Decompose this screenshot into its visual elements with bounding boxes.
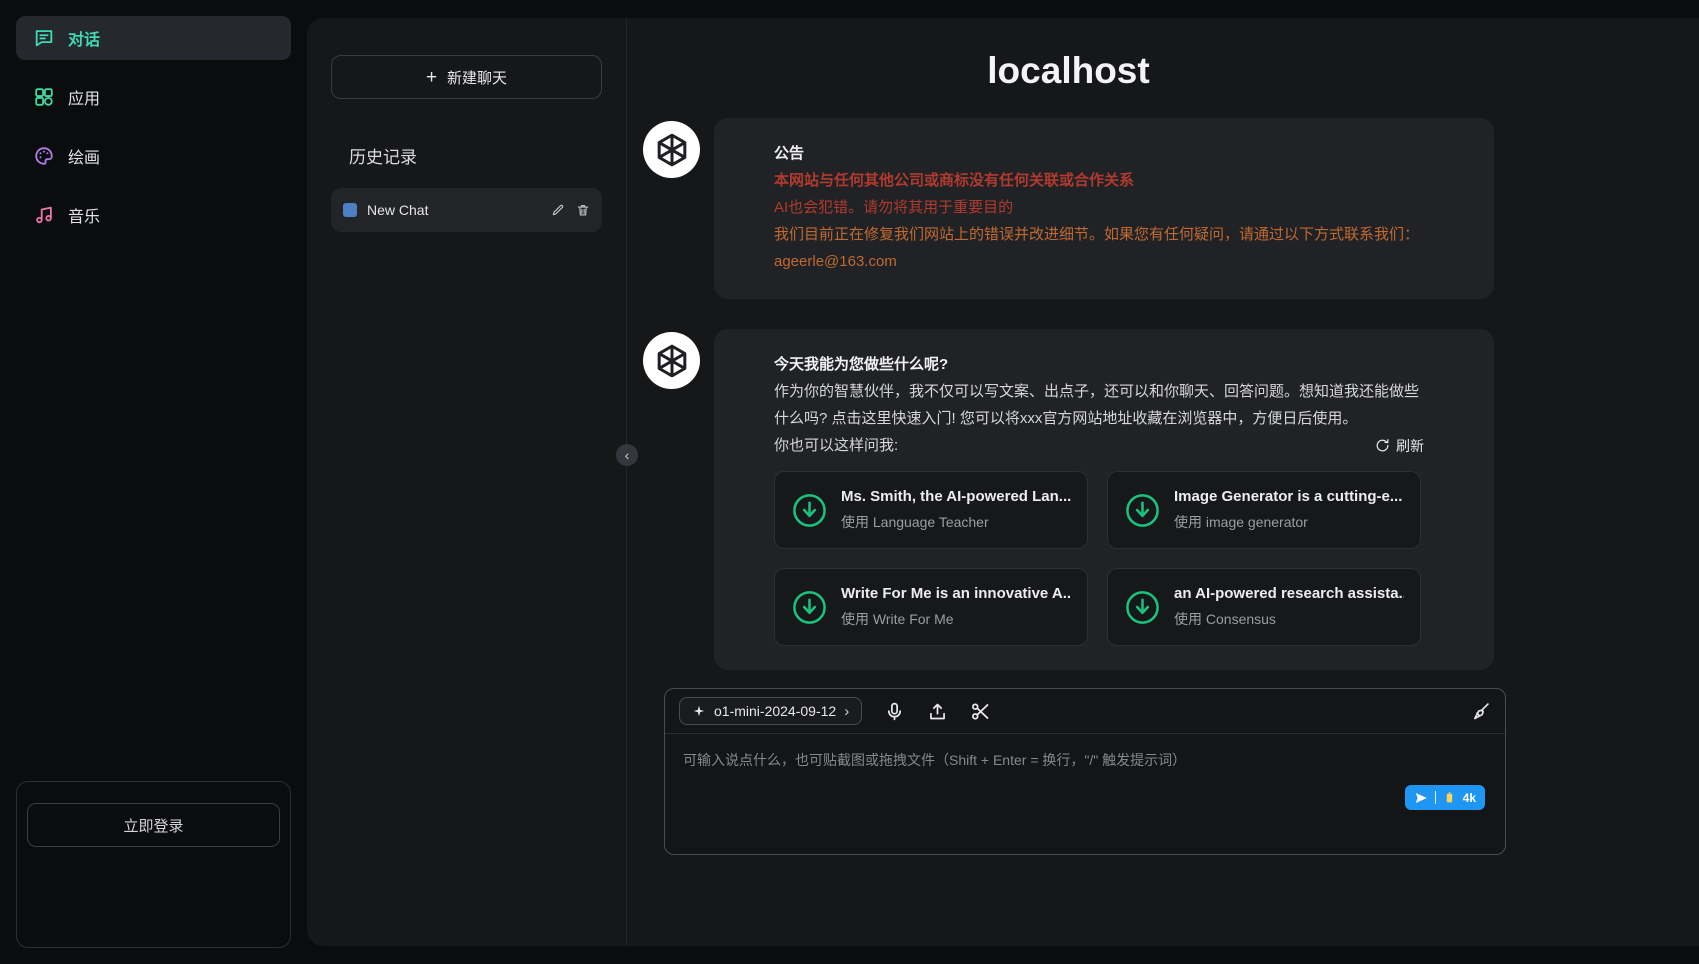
suggestion-title: an AI-powered research assista...	[1174, 585, 1404, 602]
sidebar-item-drawing[interactable]: 绘画	[16, 134, 291, 178]
message-bubble: 公告 本网站与任何其他公司或商标没有任何关联或合作关系 AI也会犯错。请勿将其用…	[714, 118, 1494, 299]
refresh-button[interactable]: 刷新	[1375, 436, 1424, 456]
sidebar-spacer	[16, 237, 291, 781]
suggestion-card[interactable]: Write For Me is an innovative A... 使用 Wr…	[774, 568, 1088, 646]
suggestion-card[interactable]: Image Generator is a cutting-e... 使用 ima…	[1107, 471, 1421, 549]
suggestion-text: Ms. Smith, the AI-powered Lan... 使用 Lang…	[841, 488, 1071, 532]
suggestion-title: Ms. Smith, the AI-powered Lan...	[841, 488, 1071, 505]
chat-list-item[interactable]: New Chat	[331, 188, 602, 232]
suggestion-subtitle: 使用 image generator	[1174, 512, 1402, 532]
sidebar-item-label: 应用	[68, 85, 100, 109]
new-chat-button[interactable]: + 新建聊天	[331, 55, 602, 99]
announcement-title: 公告	[774, 140, 1424, 167]
chevron-right-icon: ›	[844, 704, 849, 719]
chat-color-swatch	[343, 203, 357, 217]
suggestion-title: Image Generator is a cutting-e...	[1174, 488, 1402, 505]
edit-icon[interactable]	[551, 203, 565, 217]
refresh-icon	[1375, 438, 1390, 453]
refresh-label: 刷新	[1396, 436, 1424, 456]
token-battery-icon	[1443, 791, 1456, 804]
assistant-avatar	[643, 121, 700, 178]
app-root: 对话 应用 绘画 音乐 立即登录	[0, 0, 1699, 964]
upload-icon	[927, 701, 948, 722]
chat-area: ‹ localhost 公告 本网站与任何其他公司或商标没有任何关联或合作关系 …	[627, 18, 1699, 946]
microphone-icon	[884, 701, 905, 722]
upload-button[interactable]	[927, 701, 948, 722]
microphone-button[interactable]	[884, 701, 905, 722]
download-circle-icon	[791, 589, 828, 626]
model-label: o1-mini-2024-09-12	[714, 703, 836, 719]
palette-icon	[33, 145, 55, 167]
send-plane-icon	[1414, 791, 1428, 805]
assistant-avatar	[643, 332, 700, 389]
composer: o1-mini-2024-09-12 ›	[664, 688, 1506, 855]
scissors-icon	[970, 701, 991, 722]
ask-line: 你也可以这样问我:	[774, 432, 898, 459]
apps-grid-icon	[33, 86, 55, 108]
sidebar-item-label: 绘画	[68, 144, 100, 168]
pill-divider	[1435, 791, 1436, 804]
sidebar-item-apps[interactable]: 应用	[16, 75, 291, 119]
openai-logo-icon	[653, 342, 691, 380]
clear-context-button[interactable]	[1470, 701, 1491, 722]
sidebar: 对话 应用 绘画 音乐 立即登录	[0, 0, 307, 964]
screenshot-button[interactable]	[970, 701, 991, 722]
login-button[interactable]: 立即登录	[27, 803, 280, 847]
token-count: 4k	[1463, 791, 1476, 805]
announcement-line-3: 我们目前正在修复我们网站上的错误并改进细节。如果您有任何疑问，请通过以下方式联系…	[774, 221, 1424, 248]
download-circle-icon	[1124, 492, 1161, 529]
music-notes-icon	[33, 204, 55, 226]
send-button[interactable]: 4k	[1405, 785, 1485, 810]
history-title: 历史记录	[349, 143, 602, 168]
message-announcement: 公告 本网站与任何其他公司或商标没有任何关联或合作关系 AI也会犯错。请勿将其用…	[643, 118, 1494, 299]
sidebar-item-chat[interactable]: 对话	[16, 16, 291, 60]
announcement-line-1: 本网站与任何其他公司或商标没有任何关联或合作关系	[774, 167, 1424, 194]
message-list: 公告 本网站与任何其他公司或商标没有任何关联或合作关系 AI也会犯错。请勿将其用…	[627, 92, 1699, 670]
suggestion-text: an AI-powered research assista... 使用 Con…	[1174, 585, 1404, 629]
sidebar-item-label: 音乐	[68, 203, 100, 227]
suggestion-card[interactable]: an AI-powered research assista... 使用 Con…	[1107, 568, 1421, 646]
sidebar-item-music[interactable]: 音乐	[16, 193, 291, 237]
download-circle-icon	[1124, 589, 1161, 626]
suggestion-card[interactable]: Ms. Smith, the AI-powered Lan... 使用 Lang…	[774, 471, 1088, 549]
openai-logo-icon	[653, 131, 691, 169]
sparkle-icon	[692, 704, 706, 718]
message-input[interactable]	[665, 734, 1505, 854]
chat-item-actions	[551, 203, 590, 217]
announcement-line-2: AI也会犯错。请勿将其用于重要目的	[774, 194, 1424, 221]
page-title: localhost	[643, 50, 1494, 92]
contact-email-link[interactable]: ageerle@163.com	[774, 248, 1424, 275]
greeting-title: 今天我能为您做些什么呢?	[774, 351, 1424, 378]
main-panel: + 新建聊天 历史记录 New Chat ‹	[307, 18, 1699, 946]
message-bubble: 今天我能为您做些什么呢? 作为你的智慧伙伴，我不仅可以写文案、出点子，还可以和你…	[714, 329, 1494, 670]
suggestion-text: Image Generator is a cutting-e... 使用 ima…	[1174, 488, 1402, 532]
suggestion-subtitle: 使用 Consensus	[1174, 609, 1404, 629]
message-greeting: 今天我能为您做些什么呢? 作为你的智慧伙伴，我不仅可以写文案、出点子，还可以和你…	[643, 329, 1494, 670]
broom-icon	[1470, 701, 1491, 722]
suggestion-title: Write For Me is an innovative A...	[841, 585, 1071, 602]
chat-item-title: New Chat	[367, 202, 541, 218]
chevron-left-icon: ‹	[625, 447, 630, 463]
ask-row: 你也可以这样问我: 刷新	[774, 432, 1424, 459]
composer-toolbar: o1-mini-2024-09-12 ›	[665, 689, 1505, 734]
suggestion-text: Write For Me is an innovative A... 使用 Wr…	[841, 585, 1071, 629]
collapse-sidebar-button[interactable]: ‹	[616, 444, 638, 466]
plus-icon: +	[426, 68, 437, 87]
new-chat-label: 新建聊天	[447, 67, 507, 88]
delete-icon[interactable]	[576, 203, 590, 217]
download-circle-icon	[791, 492, 828, 529]
sidebar-nav: 对话 应用 绘画 音乐	[16, 16, 291, 237]
suggestion-subtitle: 使用 Write For Me	[841, 609, 1071, 629]
model-selector[interactable]: o1-mini-2024-09-12 ›	[679, 697, 862, 725]
chat-bubble-icon	[33, 27, 55, 49]
chat-list-panel: + 新建聊天 历史记录 New Chat	[307, 18, 627, 946]
suggestion-subtitle: 使用 Language Teacher	[841, 512, 1071, 532]
login-panel: 立即登录	[16, 781, 291, 948]
greeting-body: 作为你的智慧伙伴，我不仅可以写文案、出点子，还可以和你聊天、回答问题。想知道我还…	[774, 378, 1424, 432]
sidebar-item-label: 对话	[68, 26, 100, 50]
suggestion-grid: Ms. Smith, the AI-powered Lan... 使用 Lang…	[774, 471, 1424, 646]
